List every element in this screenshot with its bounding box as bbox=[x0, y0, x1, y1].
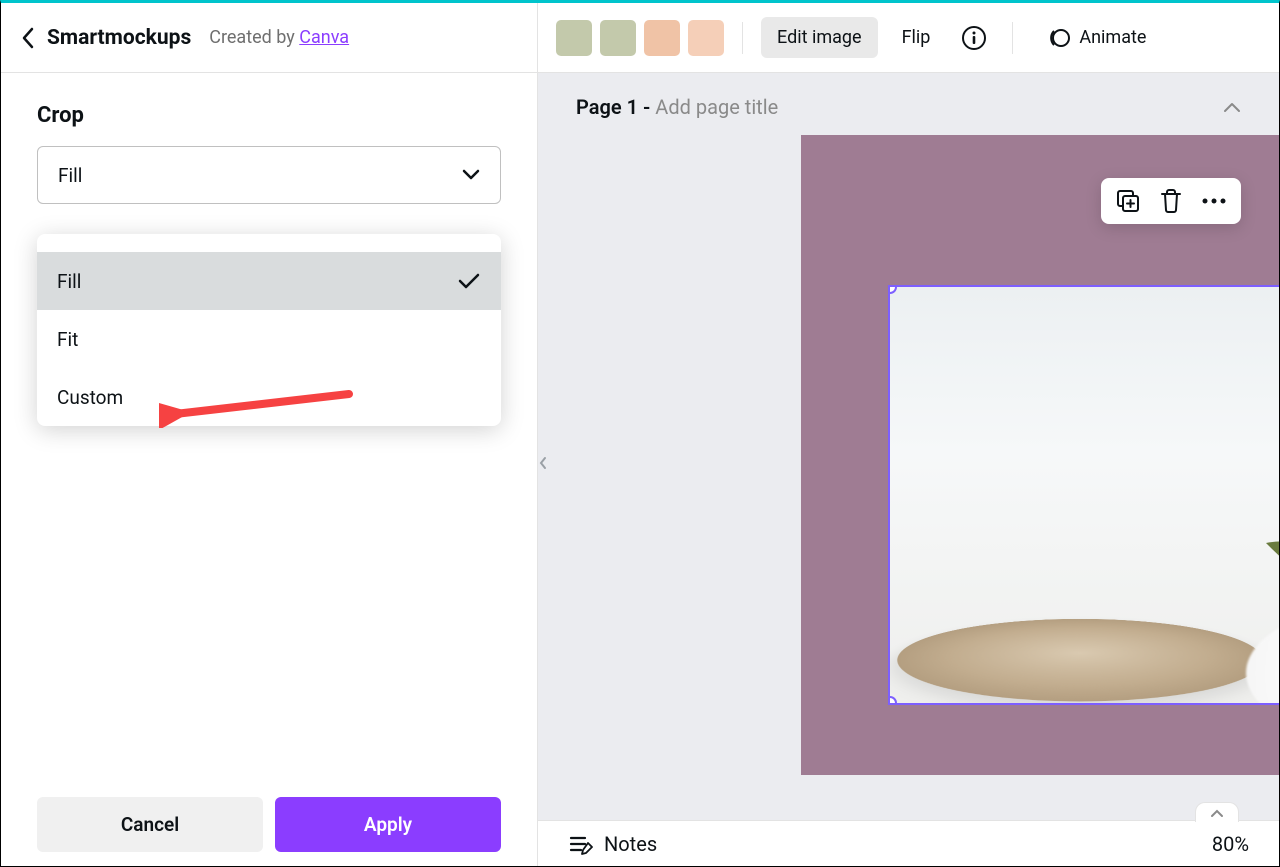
animate-icon bbox=[1047, 26, 1071, 50]
back-icon[interactable] bbox=[21, 27, 35, 49]
panel-title: Smartmockups bbox=[47, 26, 191, 50]
duplicate-icon[interactable] bbox=[1115, 188, 1141, 214]
trash-icon[interactable] bbox=[1159, 188, 1183, 214]
plant-decor bbox=[1256, 433, 1279, 653]
canvas-area: Page 1 - Add page title bbox=[538, 73, 1279, 866]
color-swatch-2[interactable] bbox=[600, 20, 636, 56]
notes-icon bbox=[568, 833, 594, 855]
apply-button[interactable]: Apply bbox=[275, 797, 501, 852]
page-header: Page 1 - Add page title bbox=[538, 73, 1279, 135]
crop-select-value: Fill bbox=[58, 164, 82, 187]
chevron-down-icon bbox=[462, 169, 480, 181]
created-by: Created by Canva bbox=[209, 27, 349, 48]
flip-button[interactable]: Flip bbox=[886, 17, 947, 58]
notes-button[interactable]: Notes bbox=[568, 832, 657, 856]
info-icon[interactable] bbox=[954, 18, 994, 58]
color-swatches bbox=[556, 20, 724, 56]
crop-dropdown: Fill Fit Custom bbox=[37, 234, 501, 426]
selected-mockup-image[interactable] bbox=[888, 285, 1279, 705]
bottom-bar: Notes 80% bbox=[538, 820, 1279, 866]
sidebar-header: Smartmockups Created by Canva bbox=[1, 3, 538, 72]
page-label: Page 1 bbox=[576, 95, 638, 119]
collapse-page-icon[interactable] bbox=[1223, 98, 1241, 117]
page-title-input[interactable]: Add page title bbox=[655, 95, 778, 119]
sidebar-collapse-handle[interactable] bbox=[538, 435, 548, 491]
divider bbox=[742, 22, 743, 54]
edit-image-button[interactable]: Edit image bbox=[761, 17, 878, 58]
expand-pages-tab[interactable] bbox=[1195, 802, 1239, 822]
crop-select[interactable]: Fill bbox=[37, 146, 501, 204]
sidebar-footer: Cancel Apply bbox=[1, 797, 537, 866]
created-by-link[interactable]: Canva bbox=[299, 27, 349, 48]
toolbar: Edit image Flip Animate bbox=[538, 3, 1279, 72]
animate-button[interactable]: Animate bbox=[1031, 16, 1162, 60]
element-toolbar bbox=[1101, 178, 1241, 224]
wood-slice-decor bbox=[888, 619, 1279, 701]
color-swatch-4[interactable] bbox=[688, 20, 724, 56]
zoom-level[interactable]: 80% bbox=[1212, 832, 1249, 856]
resize-handle-tl[interactable] bbox=[888, 285, 897, 294]
check-icon bbox=[457, 272, 481, 290]
crop-option-custom[interactable]: Custom bbox=[37, 368, 501, 426]
crop-title: Crop bbox=[37, 103, 501, 128]
crop-option-fit[interactable]: Fit bbox=[37, 310, 501, 368]
cancel-button[interactable]: Cancel bbox=[37, 797, 263, 852]
crop-option-fill[interactable]: Fill bbox=[37, 252, 501, 310]
color-swatch-1[interactable] bbox=[556, 20, 592, 56]
resize-handle-bl[interactable] bbox=[888, 696, 897, 705]
top-bar: Smartmockups Created by Canva Edit image… bbox=[1, 3, 1279, 73]
divider bbox=[1012, 22, 1013, 54]
more-icon[interactable] bbox=[1201, 197, 1227, 205]
sidebar: Crop Fill Fill Fit Custom bbox=[1, 73, 538, 866]
color-swatch-3[interactable] bbox=[644, 20, 680, 56]
